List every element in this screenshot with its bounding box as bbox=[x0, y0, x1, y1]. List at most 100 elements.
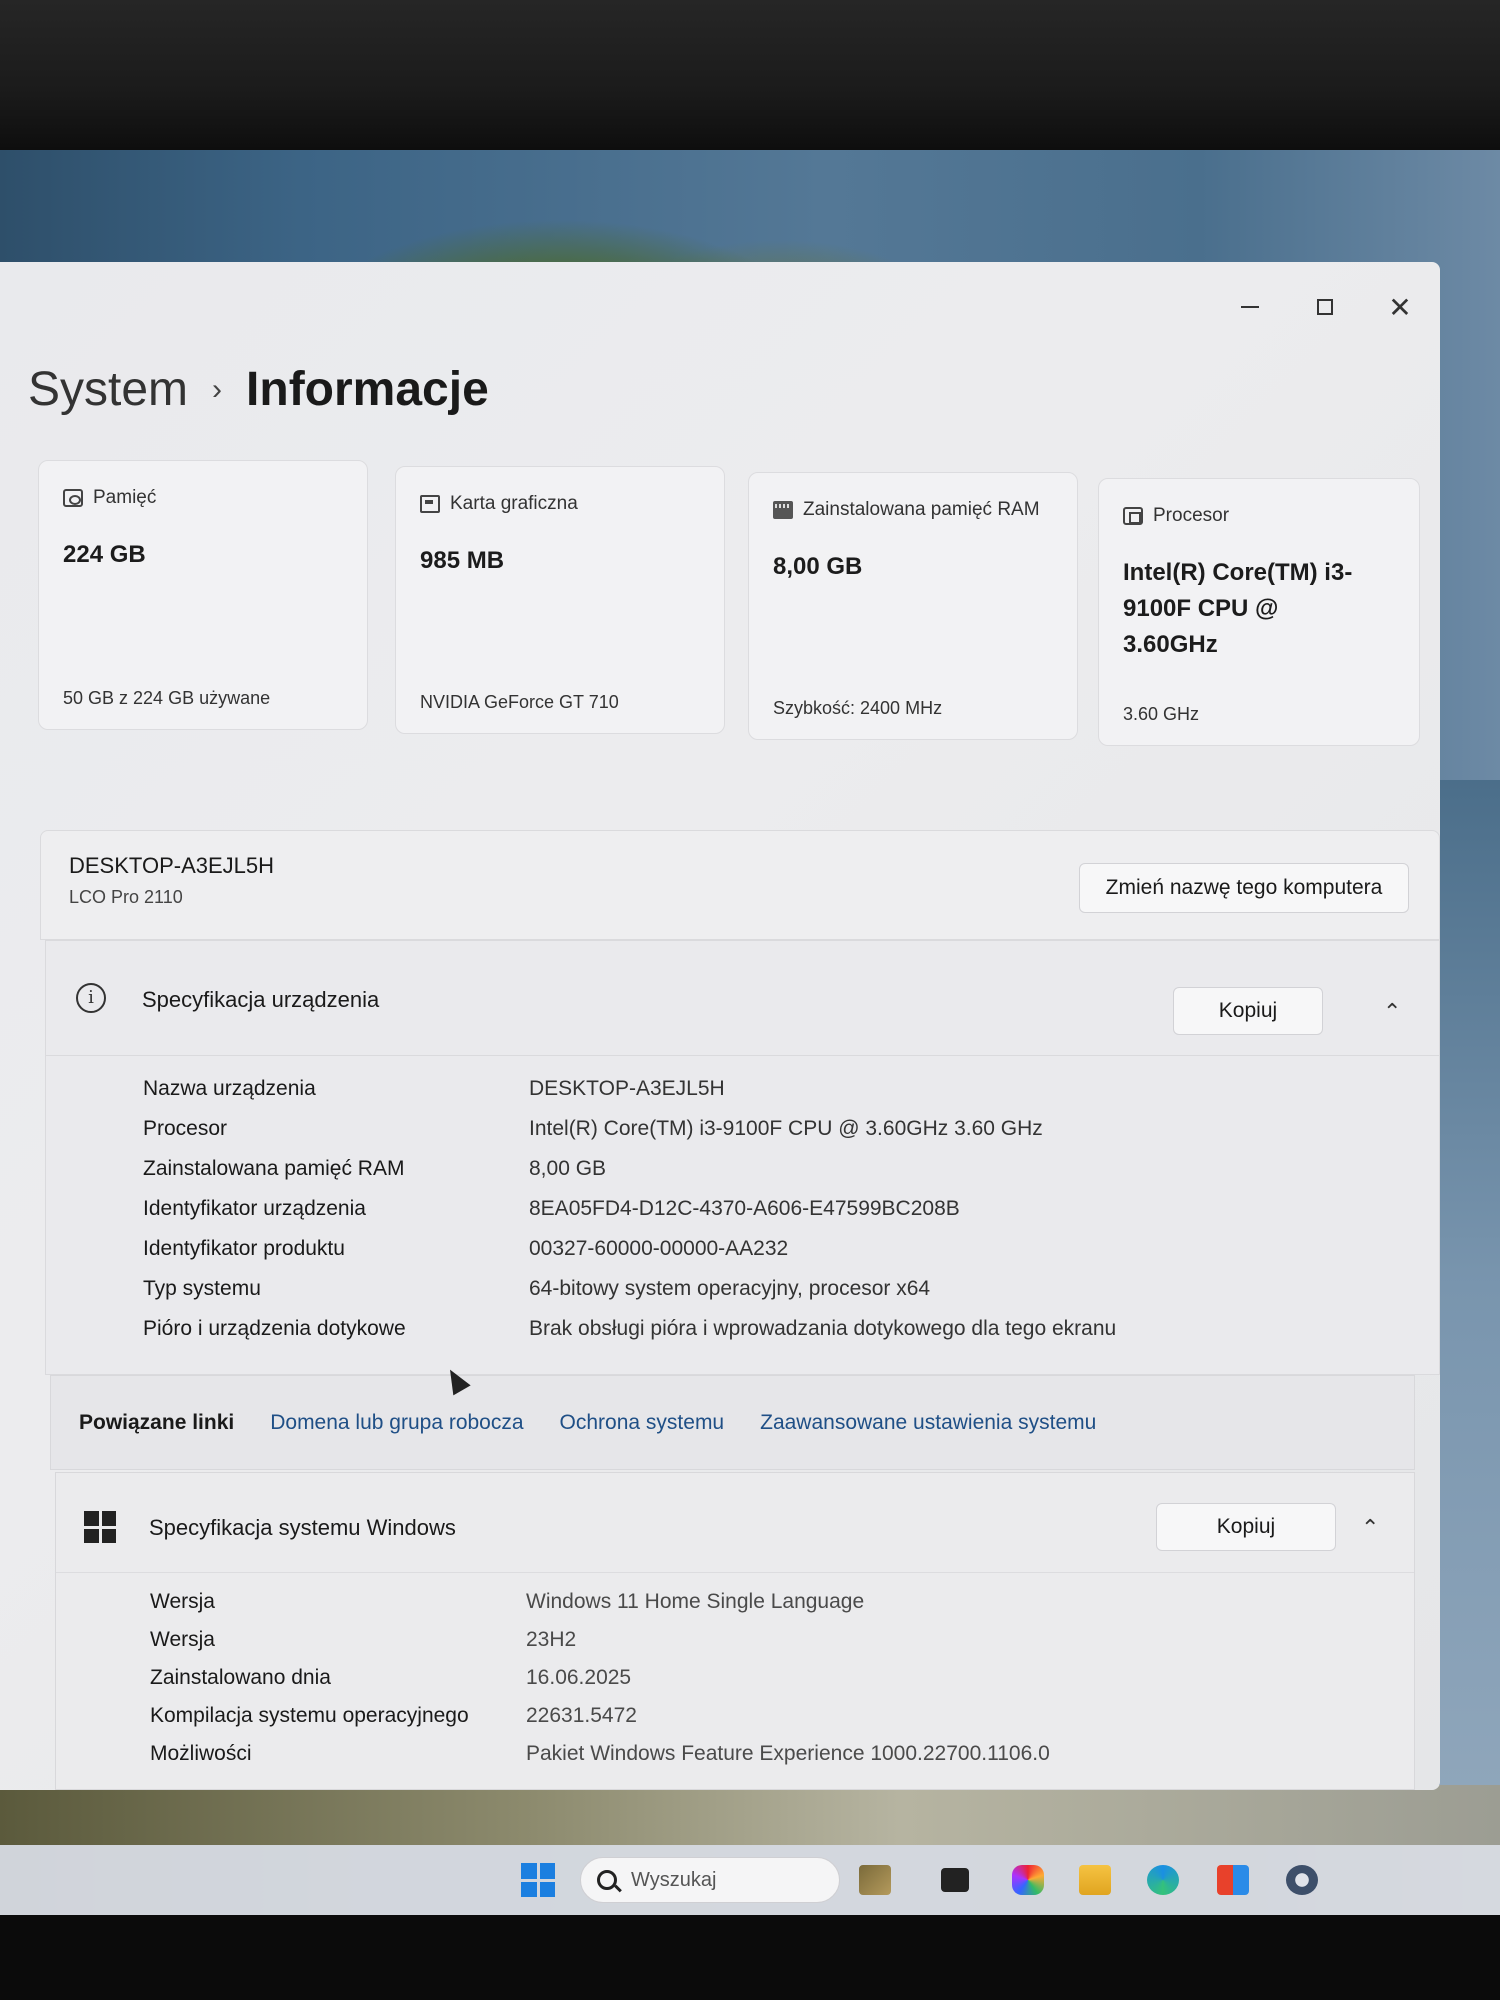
spec-row: Nazwa urządzenia DESKTOP-A3EJL5H bbox=[143, 1069, 1116, 1109]
spec-row: Typ systemu 64-bitowy system operacyjny, … bbox=[143, 1269, 1116, 1309]
maximize-button[interactable] bbox=[1305, 287, 1345, 327]
link-domain-workgroup[interactable]: Domena lub grupa robocza bbox=[270, 1411, 523, 1435]
wallpaper-bottom-edge bbox=[0, 1785, 1500, 1845]
card-value: 224 GB bbox=[63, 541, 146, 568]
copilot-button[interactable] bbox=[1008, 1860, 1048, 1900]
edge-button[interactable] bbox=[1143, 1860, 1183, 1900]
link-system-protection[interactable]: Ochrona systemu bbox=[560, 1411, 725, 1435]
spec-row: Pióro i urządzenia dotykowe Brak obsługi … bbox=[143, 1309, 1116, 1349]
info-icon: i bbox=[76, 983, 106, 1013]
spec-value: 8EA05FD4-D12C-4370-A606-E47599BC208B bbox=[529, 1197, 960, 1220]
close-icon: ✕ bbox=[1388, 291, 1412, 323]
taskbar: Wyszukaj bbox=[0, 1845, 1500, 1915]
search-icon bbox=[597, 1870, 617, 1890]
spec-row: Identyfikator produktu 00327-60000-00000-… bbox=[143, 1229, 1116, 1269]
widgets-icon bbox=[859, 1865, 891, 1895]
spec-key: Nazwa urządzenia bbox=[143, 1077, 316, 1100]
maximize-icon bbox=[1317, 299, 1333, 315]
device-name: DESKTOP-A3EJL5H bbox=[69, 853, 275, 878]
spec-row: Zainstalowano dnia 16.06.2025 bbox=[150, 1659, 1050, 1697]
spec-row: Wersja 23H2 bbox=[150, 1621, 1050, 1659]
file-explorer-button[interactable] bbox=[1075, 1860, 1115, 1900]
card-value: 8,00 GB bbox=[773, 553, 863, 580]
breadcrumb-system[interactable]: System bbox=[28, 362, 188, 417]
rename-pc-button[interactable]: Zmień nazwę tego komputera bbox=[1079, 863, 1409, 913]
spec-key: Wersja bbox=[150, 1628, 215, 1651]
gpu-card[interactable]: Karta graficzna 985 MB NVIDIA GeForce GT… bbox=[395, 466, 725, 734]
device-model: LCO Pro 2110 bbox=[69, 887, 183, 907]
spec-key: Kompilacja systemu operacyjnego bbox=[150, 1704, 469, 1727]
spec-value: 16.06.2025 bbox=[526, 1666, 632, 1689]
copy-button[interactable]: Kopiuj bbox=[1173, 987, 1323, 1035]
related-links: Powiązane linki Domena lub grupa robocza… bbox=[50, 1375, 1415, 1470]
search-placeholder: Wyszukaj bbox=[631, 1868, 717, 1891]
edge-icon bbox=[1147, 1865, 1179, 1895]
spec-value: Intel(R) Core(TM) i3-9100F CPU @ 3.60GHz… bbox=[529, 1117, 1043, 1140]
copilot-icon bbox=[1012, 1865, 1044, 1895]
cpu-card[interactable]: Procesor Intel(R) Core(TM) i3-9100F CPU … bbox=[1098, 478, 1420, 746]
windows-spec-section: Specyfikacja systemu Windows Kopiuj ⌃ We… bbox=[55, 1472, 1415, 1790]
file-explorer-icon bbox=[1079, 1865, 1111, 1895]
breadcrumb: System › Informacje bbox=[28, 362, 489, 417]
card-footer: 3.60 GHz bbox=[1123, 704, 1200, 724]
related-links-label: Powiązane linki bbox=[79, 1410, 235, 1434]
window-controls: ✕ bbox=[1200, 282, 1440, 332]
spec-row: Możliwości Pakiet Windows Feature Experie… bbox=[150, 1735, 1050, 1773]
card-label: Pamięć bbox=[93, 487, 157, 508]
taskbar-search[interactable]: Wyszukaj bbox=[580, 1857, 840, 1903]
card-value: Intel(R) Core(TM) i3-9100F CPU @ 3.60GHz bbox=[1123, 559, 1353, 658]
cpu-icon bbox=[1123, 507, 1143, 525]
spec-value: 8,00 GB bbox=[529, 1157, 607, 1180]
ram-card[interactable]: Zainstalowana pamięć RAM 8,00 GB Szybkoś… bbox=[748, 472, 1078, 740]
spec-value: DESKTOP-A3EJL5H bbox=[529, 1077, 725, 1100]
spec-value: 64-bitowy system operacyjny, procesor x6… bbox=[529, 1277, 931, 1300]
chevron-up-icon[interactable]: ⌃ bbox=[1383, 999, 1401, 1025]
card-footer: NVIDIA GeForce GT 710 bbox=[420, 692, 619, 712]
storage-card[interactable]: Pamięć 224 GB 50 GB z 224 GB używane bbox=[38, 460, 368, 730]
device-spec-header[interactable]: i Specyfikacja urządzenia Kopiuj ⌃ bbox=[46, 941, 1439, 1056]
spec-key: Możliwości bbox=[150, 1742, 252, 1765]
task-view-button[interactable] bbox=[935, 1860, 975, 1900]
drive-icon bbox=[63, 489, 83, 507]
link-advanced-system-settings[interactable]: Zaawansowane ustawienia systemu bbox=[760, 1411, 1096, 1435]
widgets-button[interactable] bbox=[855, 1860, 895, 1900]
monitor-bezel-bottom bbox=[0, 1915, 1500, 2000]
spec-row: Procesor Intel(R) Core(TM) i3-9100F CPU @… bbox=[143, 1109, 1116, 1149]
settings-button[interactable] bbox=[1282, 1860, 1322, 1900]
page-title: Informacje bbox=[246, 363, 489, 416]
spec-row: Identyfikator urządzenia 8EA05FD4-D12C-43… bbox=[143, 1189, 1116, 1229]
card-label: Procesor bbox=[1153, 505, 1230, 526]
copy-button[interactable]: Kopiuj bbox=[1156, 1503, 1336, 1551]
spec-key: Zainstalowana pamięć RAM bbox=[143, 1157, 405, 1180]
close-button[interactable]: ✕ bbox=[1380, 287, 1420, 327]
ram-icon bbox=[773, 501, 793, 519]
store-button[interactable] bbox=[1213, 1860, 1253, 1900]
spec-row: Wersja Windows 11 Home Single Language bbox=[150, 1583, 1050, 1621]
wallpaper-right-edge bbox=[1440, 780, 1500, 1790]
section-title: Specyfikacja urządzenia bbox=[142, 987, 380, 1012]
chevron-right-icon: › bbox=[212, 373, 223, 406]
spec-key: Identyfikator urządzenia bbox=[143, 1197, 366, 1220]
minimize-button[interactable] bbox=[1230, 287, 1270, 327]
spec-key: Pióro i urządzenia dotykowe bbox=[143, 1317, 406, 1340]
card-value: 985 MB bbox=[420, 547, 505, 574]
card-footer: 50 GB z 224 GB używane bbox=[63, 688, 271, 708]
start-button[interactable] bbox=[518, 1860, 558, 1900]
chevron-up-icon[interactable]: ⌃ bbox=[1361, 1515, 1379, 1541]
windows-spec-header[interactable]: Specyfikacja systemu Windows Kopiuj ⌃ bbox=[56, 1473, 1414, 1573]
spec-key: Zainstalowano dnia bbox=[150, 1666, 331, 1689]
device-name-section: DESKTOP-A3EJL5H LCO Pro 2110 Zmień nazwę… bbox=[40, 830, 1440, 940]
card-label: Karta graficzna bbox=[450, 493, 578, 514]
spec-row: Zainstalowana pamięć RAM 8,00 GB bbox=[143, 1149, 1116, 1189]
store-icon bbox=[1217, 1865, 1249, 1895]
settings-icon bbox=[1286, 1865, 1318, 1895]
device-spec-section: i Specyfikacja urządzenia Kopiuj ⌃ Nazwa… bbox=[45, 940, 1440, 1375]
spec-key: Identyfikator produktu bbox=[143, 1237, 345, 1260]
monitor-bezel-top bbox=[0, 0, 1500, 150]
spec-value: Pakiet Windows Feature Experience 1000.2… bbox=[526, 1742, 1050, 1765]
card-footer: Szybkość: 2400 MHz bbox=[773, 698, 943, 718]
start-icon bbox=[521, 1863, 555, 1897]
card-label: Zainstalowana pamięć RAM bbox=[803, 499, 1040, 520]
spec-value: 22631.5472 bbox=[526, 1704, 637, 1727]
minimize-icon bbox=[1241, 306, 1259, 308]
